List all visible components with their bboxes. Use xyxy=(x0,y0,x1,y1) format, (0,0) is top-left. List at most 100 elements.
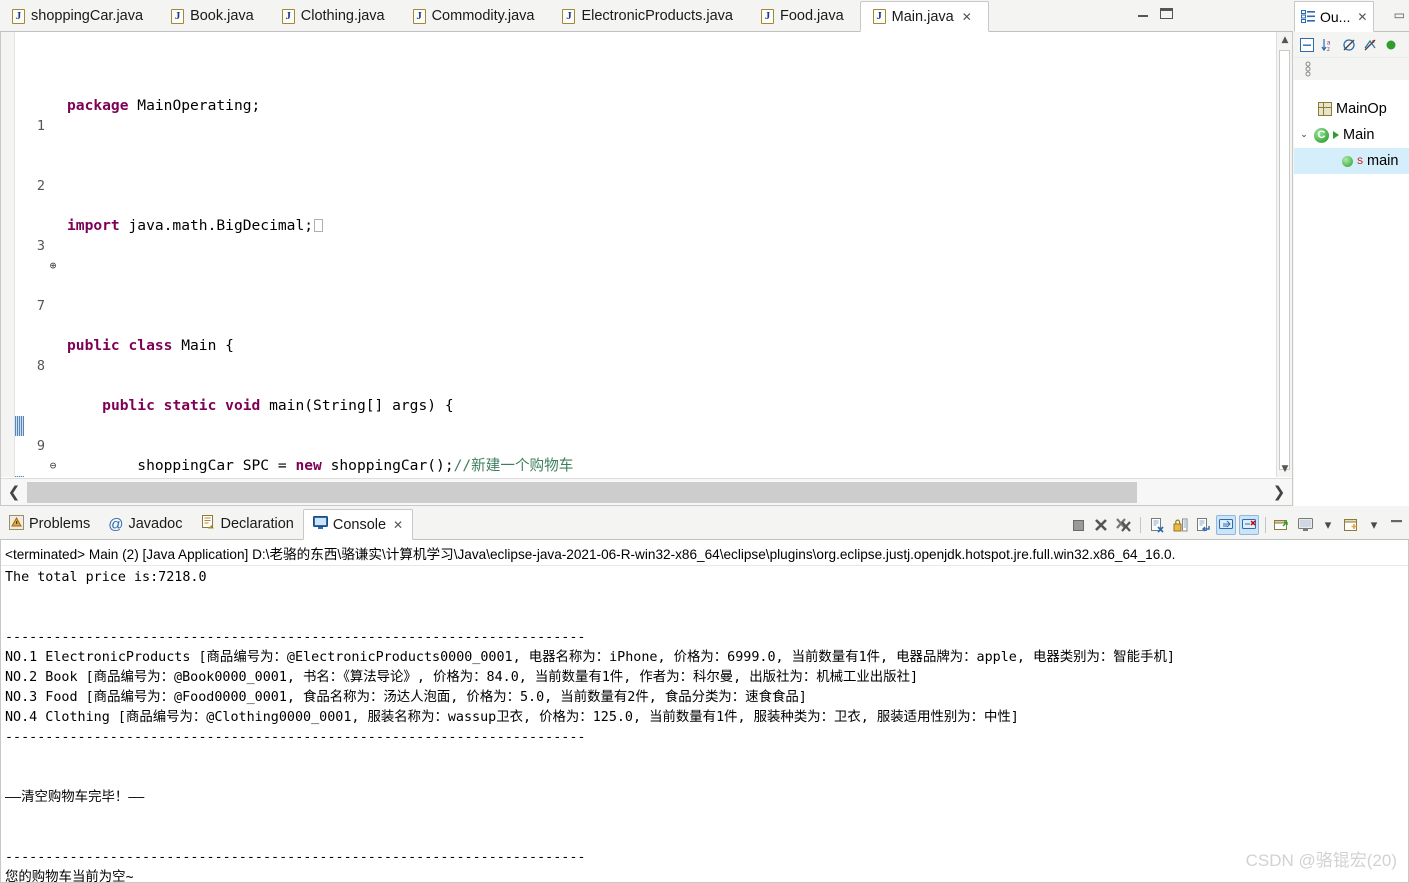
menu-icon[interactable] xyxy=(1299,60,1317,78)
editor-tab-bar: shoppingCar.java Book.java Clothing.java… xyxy=(0,0,1293,32)
horizontal-scroll-thumb[interactable] xyxy=(27,481,1137,503)
pin-console-icon[interactable] xyxy=(1216,515,1236,535)
scroll-left-icon[interactable]: ❮ xyxy=(1,479,27,505)
scroll-right-icon[interactable]: ❯ xyxy=(1266,479,1292,505)
outline-tree[interactable]: MainOp ⌄ Main S main xyxy=(1294,80,1409,506)
minimize-icon[interactable] xyxy=(1387,515,1407,535)
outline-item-label: Main xyxy=(1343,127,1375,143)
editor-tab-commodity[interactable]: Commodity.java xyxy=(400,1,551,31)
java-file-icon xyxy=(872,9,886,24)
hide-fields-icon[interactable] xyxy=(1340,36,1358,54)
editor-tab-clothing[interactable]: Clothing.java xyxy=(269,1,401,31)
svg-text:z: z xyxy=(1327,47,1330,52)
editor-tab-label: shoppingCar.java xyxy=(31,8,144,24)
method-icon xyxy=(1342,155,1353,167)
eclipse-ide-window: shoppingCar.java Book.java Clothing.java… xyxy=(0,0,1409,883)
outline-tab-bar: Ou... ✕ ▭ xyxy=(1294,0,1409,32)
editor-tab-main[interactable]: Main.java ✕ xyxy=(859,1,989,32)
code-line: 2 xyxy=(1,156,1276,194)
line-number: 9 xyxy=(36,438,45,454)
scroll-lock-icon[interactable] xyxy=(1170,515,1190,535)
new-console-view-icon[interactable] xyxy=(1295,515,1315,535)
java-file-icon xyxy=(412,8,426,24)
display-selected-console-icon[interactable] xyxy=(1239,515,1259,535)
scroll-up-icon[interactable]: ▲ xyxy=(1277,32,1293,48)
console-icon xyxy=(312,515,328,534)
chevron-down-icon[interactable]: ▾ xyxy=(1364,515,1384,535)
outline-tab[interactable]: Ou... ✕ xyxy=(1294,1,1375,32)
outline-item-class[interactable]: ⌄ Main xyxy=(1294,122,1409,148)
tab-javadoc[interactable]: @ Javadoc xyxy=(99,509,191,539)
editor-tab-label: ElectronicProducts.java xyxy=(581,8,733,24)
code-scroll-viewport: 1 package MainOperating; 2 3 ⊕ import ja… xyxy=(1,32,1276,477)
hide-nonpublic-icon[interactable] xyxy=(1382,36,1400,54)
editor-tab-label: Book.java xyxy=(190,8,254,24)
console-launch-header: <terminated> Main (2) [Java Application]… xyxy=(1,540,1408,566)
problems-icon xyxy=(9,514,24,534)
open-console-dropdown-icon[interactable] xyxy=(1272,515,1292,535)
code-editor[interactable]: 1 package MainOperating; 2 3 ⊕ import ja… xyxy=(0,32,1293,506)
line-number: 2 xyxy=(36,178,45,194)
code-line: 1 package MainOperating; xyxy=(1,96,1276,134)
sort-icon[interactable]: a z xyxy=(1319,36,1337,54)
static-modifier-label: S xyxy=(1357,156,1364,166)
remove-all-terminated-icon[interactable] xyxy=(1114,515,1134,535)
clear-console-icon[interactable] xyxy=(1147,515,1167,535)
collapse-all-icon[interactable] xyxy=(1298,36,1316,54)
outline-item-label: main xyxy=(1367,153,1399,169)
code-line: 3 ⊕ import java.math.BigDecimal; xyxy=(1,216,1276,272)
editor-tab-electronicproducts[interactable]: ElectronicProducts.java xyxy=(550,1,749,31)
line-number: 7 xyxy=(36,298,45,314)
tab-console[interactable]: Console ✕ xyxy=(302,509,414,540)
code-line: 9 ⊖ public static void main(String[] arg… xyxy=(1,396,1276,472)
occurrence-marker xyxy=(15,416,24,436)
line-number: 8 xyxy=(36,358,45,374)
tab-problems[interactable]: Problems xyxy=(0,509,99,539)
tab-declaration[interactable]: Declaration xyxy=(192,509,303,539)
editor-tab-book[interactable]: Book.java xyxy=(159,1,270,31)
outline-item-method[interactable]: S main xyxy=(1294,148,1409,174)
outline-minimize-icon[interactable]: ▭ xyxy=(1394,8,1405,22)
collapsed-imports-icon[interactable] xyxy=(314,219,324,232)
outline-item-package[interactable]: MainOp xyxy=(1294,96,1409,122)
tab-label: Declaration xyxy=(220,516,294,532)
code-line: 8 public class Main { xyxy=(1,336,1276,374)
code-line: 10 shoppingCar SPC = new shoppingCar();/… xyxy=(1,456,1276,477)
terminate-icon[interactable] xyxy=(1068,515,1088,535)
editor-tab-shoppingcar[interactable]: shoppingCar.java xyxy=(0,1,160,31)
console-output-area[interactable]: <terminated> Main (2) [Java Application]… xyxy=(0,540,1409,883)
vertical-scroll-thumb[interactable] xyxy=(1279,50,1290,470)
toolbar-separator xyxy=(1265,517,1266,533)
maximize-icon[interactable] xyxy=(1160,8,1173,19)
fold-expand-icon[interactable]: ⊕ xyxy=(47,256,59,276)
editor-horizontal-scrollbar[interactable]: ❮ ❯ xyxy=(1,478,1292,505)
tab-label: Problems xyxy=(29,516,91,532)
scroll-down-icon[interactable]: ▼ xyxy=(1277,461,1293,477)
outline-tab-label: Ou... xyxy=(1320,8,1351,25)
console-toolbar: ▾ ▾ xyxy=(1068,515,1407,535)
java-file-icon xyxy=(171,8,185,24)
outline-toolbar: a z s xyxy=(1294,32,1409,58)
view-menu-icon[interactable] xyxy=(1341,515,1361,535)
package-icon xyxy=(1318,102,1332,116)
editor-tab-label: Main.java xyxy=(891,8,954,25)
editor-area: shoppingCar.java Book.java Clothing.java… xyxy=(0,0,1293,506)
line-number: 1 xyxy=(36,118,45,134)
chevron-down-icon[interactable]: ▾ xyxy=(1318,515,1338,535)
close-icon[interactable]: ✕ xyxy=(962,10,972,24)
editor-tab-food[interactable]: Food.java xyxy=(748,1,860,31)
svg-text:a: a xyxy=(1327,40,1331,46)
hide-static-icon[interactable]: s xyxy=(1361,36,1379,54)
run-marker-icon xyxy=(1333,131,1339,139)
minimize-icon[interactable] xyxy=(1137,8,1150,19)
word-wrap-icon[interactable] xyxy=(1193,515,1213,535)
close-icon[interactable]: ✕ xyxy=(1357,10,1367,24)
java-file-icon xyxy=(281,8,295,24)
code-text: 1 package MainOperating; 2 3 ⊕ import ja… xyxy=(1,32,1276,477)
editor-vertical-scrollbar[interactable]: ▲ ▼ xyxy=(1276,32,1292,477)
chevron-down-icon[interactable]: ⌄ xyxy=(1298,130,1310,140)
close-icon[interactable]: ✕ xyxy=(393,518,403,532)
remove-launch-icon[interactable] xyxy=(1091,515,1111,535)
editor-tab-label: Food.java xyxy=(779,8,844,24)
console-tab-bar: Problems @ Javadoc Declaration Console ✕… xyxy=(0,508,1409,540)
